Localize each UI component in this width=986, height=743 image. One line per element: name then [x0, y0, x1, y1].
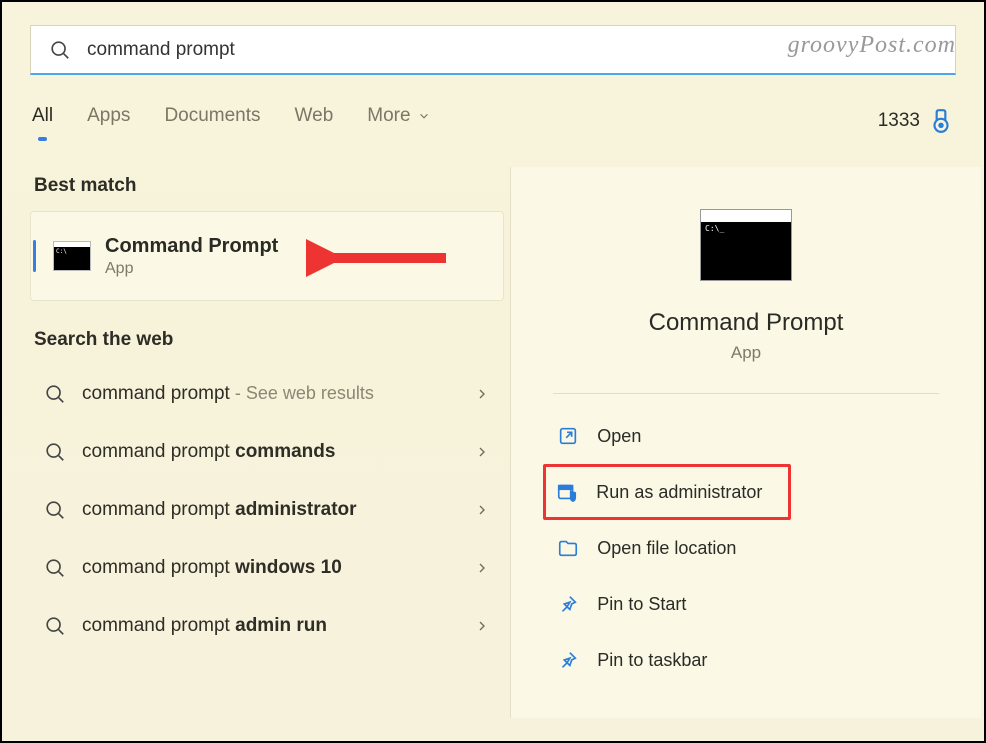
action-pin-taskbar[interactable]: Pin to taskbar [553, 632, 938, 688]
chevron-right-icon [474, 618, 490, 634]
filter-tabs: All Apps Documents Web More 1333 [32, 105, 954, 137]
web-result-text: command prompt windows 10 [82, 557, 474, 579]
tab-more[interactable]: More [367, 105, 430, 137]
tab-documents[interactable]: Documents [164, 105, 260, 137]
search-icon [44, 499, 66, 521]
watermark: groovyPost.com [788, 32, 956, 59]
web-result-text: command prompt commands [82, 441, 474, 463]
run-admin-icon [556, 481, 578, 503]
best-match-label: Best match [34, 175, 510, 197]
search-web-label: Search the web [34, 329, 510, 351]
search-icon [44, 615, 66, 637]
chevron-right-icon [474, 444, 490, 460]
tab-all[interactable]: All [32, 105, 53, 137]
search-icon [44, 557, 66, 579]
search-icon [49, 39, 71, 61]
action-open-location[interactable]: Open file location [553, 520, 938, 576]
web-result[interactable]: command prompt admin run [30, 597, 504, 655]
chevron-right-icon [474, 386, 490, 402]
best-match-result[interactable]: Command Prompt App [30, 211, 504, 301]
web-result-text: command prompt admin run [82, 615, 474, 637]
folder-icon [557, 537, 579, 559]
annotation-arrow [306, 210, 466, 295]
web-result[interactable]: command prompt windows 10 [30, 539, 504, 597]
command-prompt-icon [53, 241, 91, 271]
chevron-down-icon [417, 109, 431, 123]
action-run-as-admin[interactable]: Run as administrator [543, 464, 791, 520]
result-subtitle: App [105, 260, 278, 278]
result-title: Command Prompt [105, 234, 278, 258]
preview-title: Command Prompt [649, 309, 844, 337]
search-icon [44, 441, 66, 463]
divider [553, 393, 938, 394]
open-icon [557, 425, 579, 447]
rewards-icon [928, 108, 954, 134]
web-result-text: command prompt - See web results [82, 383, 474, 405]
search-icon [44, 383, 66, 405]
action-open[interactable]: Open [553, 408, 938, 464]
tab-web[interactable]: Web [295, 105, 334, 137]
chevron-right-icon [474, 502, 490, 518]
web-result[interactable]: command prompt administrator [30, 481, 504, 539]
pin-icon [557, 649, 579, 671]
preview-subtitle: App [731, 343, 761, 363]
pin-icon [557, 593, 579, 615]
action-pin-start[interactable]: Pin to Start [553, 576, 938, 632]
command-prompt-icon-large [700, 209, 792, 281]
chevron-right-icon [474, 560, 490, 576]
tab-apps[interactable]: Apps [87, 105, 130, 137]
web-result-text: command prompt administrator [82, 499, 474, 521]
preview-pane: Command Prompt App Open Run as administr… [510, 167, 981, 718]
web-result[interactable]: command prompt commands [30, 423, 504, 481]
rewards-points[interactable]: 1333 [878, 108, 954, 134]
web-result[interactable]: command prompt - See web results [30, 365, 504, 423]
